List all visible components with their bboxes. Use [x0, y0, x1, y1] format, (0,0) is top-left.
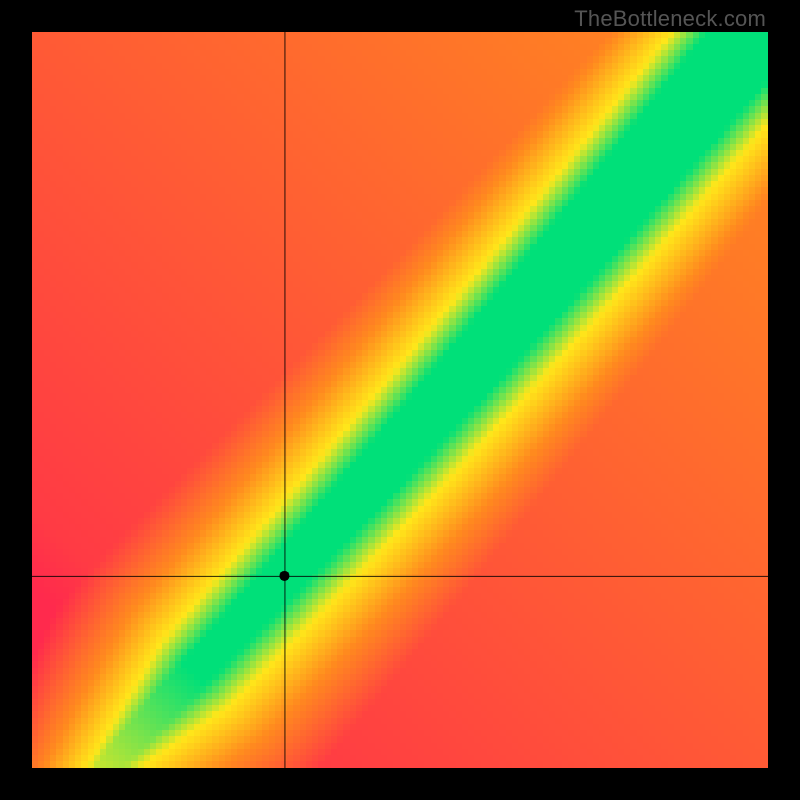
- heatmap-plot: [32, 32, 768, 768]
- heatmap-canvas: [32, 32, 768, 768]
- watermark-text: TheBottleneck.com: [574, 6, 766, 32]
- chart-frame: TheBottleneck.com: [0, 0, 800, 800]
